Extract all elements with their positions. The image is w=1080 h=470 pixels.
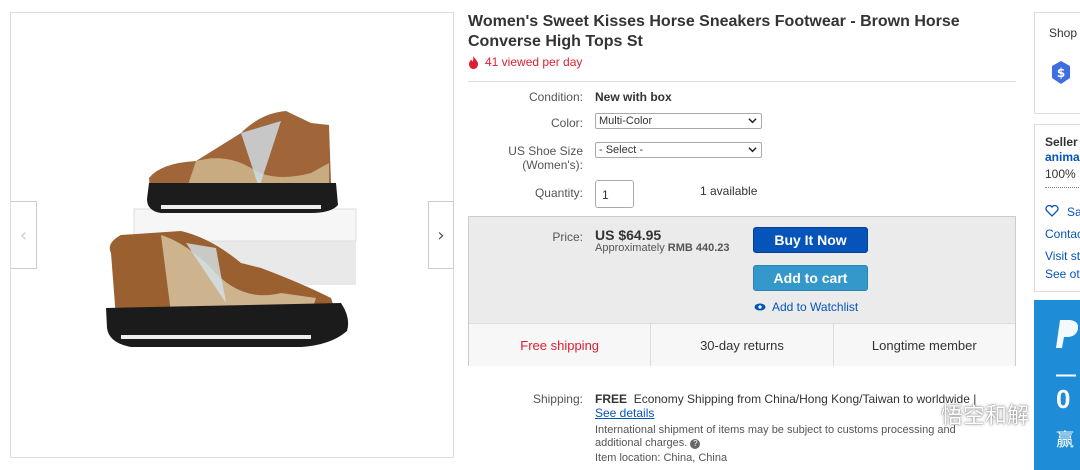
divider bbox=[1045, 187, 1080, 188]
seller-title: Seller bbox=[1045, 135, 1078, 149]
help-icon[interactable]: ? bbox=[690, 439, 701, 449]
price-label: Price: bbox=[552, 230, 583, 244]
color-select[interactable]: Multi-Color bbox=[595, 113, 762, 129]
image-gallery: ‹ › bbox=[10, 12, 454, 458]
save-seller-link[interactable]: Sa bbox=[1067, 205, 1080, 219]
quantity-label: Quantity: bbox=[534, 186, 583, 200]
gallery-next-button[interactable]: › bbox=[428, 201, 454, 269]
size-select[interactable]: - Select - bbox=[595, 142, 762, 158]
views-indicator: 41 viewed per day bbox=[468, 55, 582, 69]
see-other-items-link[interactable]: See ot bbox=[1045, 267, 1080, 281]
buy-it-now-button[interactable]: Buy It Now bbox=[753, 227, 868, 253]
visit-store-link[interactable]: Visit st bbox=[1045, 249, 1080, 263]
item-location: Item location: China, China bbox=[595, 452, 728, 464]
svg-text:$: $ bbox=[1057, 66, 1065, 80]
paypal-rate: 0 bbox=[1056, 384, 1071, 414]
condition-label: Condition: bbox=[528, 90, 583, 104]
perks-bar: Free shipping 30-day returns Longtime me… bbox=[469, 323, 1015, 366]
quantity-input[interactable]: 1 bbox=[595, 180, 634, 208]
see-details-link[interactable]: See details bbox=[595, 406, 654, 420]
contact-seller-link[interactable]: Contac bbox=[1045, 227, 1080, 241]
product-title: Women's Sweet Kisses Horse Sneakers Foot… bbox=[468, 13, 960, 50]
fire-icon bbox=[469, 55, 478, 69]
color-label: Color: bbox=[550, 116, 583, 130]
watchlist-text: Add to Watchlist bbox=[772, 300, 859, 314]
shipping-free: FREE bbox=[595, 392, 628, 406]
perk-free-shipping: Free shipping bbox=[469, 324, 652, 366]
shop-title: Shop bbox=[1049, 26, 1078, 40]
condition-value: New with box bbox=[595, 90, 672, 104]
gallery-prev-button[interactable]: ‹ bbox=[11, 201, 37, 269]
price-approx: Approximately RMB 440.23 bbox=[595, 242, 730, 254]
international-note-text: International shipment of items may be s… bbox=[595, 424, 956, 449]
price-value: US $64.95 bbox=[595, 227, 662, 243]
divider bbox=[468, 81, 1016, 82]
shop-panel: Shop $ bbox=[1034, 12, 1080, 114]
perk-free-shipping-text: Free shipping bbox=[520, 337, 600, 353]
size-select-value: - Select - bbox=[599, 144, 644, 156]
paypal-win: 赢 bbox=[1056, 430, 1074, 451]
perk-member: Longtime member bbox=[871, 337, 977, 353]
heart-icon bbox=[1045, 205, 1059, 217]
add-to-watchlist-link[interactable]: Add to Watchlist bbox=[754, 300, 858, 314]
paypal-banner[interactable]: — 0 赢 bbox=[1034, 300, 1080, 470]
chevron-down-icon bbox=[748, 118, 757, 124]
eye-icon bbox=[754, 303, 766, 311]
price-approx-prefix: Approximately bbox=[595, 242, 665, 254]
views-text: 41 viewed per day bbox=[485, 55, 583, 69]
perk-returns: 30-day returns bbox=[651, 324, 834, 366]
seller-name-link[interactable]: animal bbox=[1045, 150, 1080, 164]
paypal-icon bbox=[1056, 320, 1079, 348]
seller-panel: Seller animal 100% I Sa Contac Visit st … bbox=[1034, 124, 1080, 292]
watermark-text: 悟空和解 bbox=[941, 404, 1030, 429]
add-to-cart-button[interactable]: Add to cart bbox=[753, 265, 868, 291]
price-approx-value: RMB 440.23 bbox=[667, 242, 730, 254]
shipping-label: Shipping: bbox=[532, 392, 583, 406]
size-label: US Shoe Size (Women's): bbox=[508, 144, 583, 172]
seller-feedback: 100% I bbox=[1045, 167, 1080, 181]
available-count: 1 available bbox=[700, 184, 758, 198]
wechat-icon bbox=[905, 403, 934, 425]
shield-dollar-icon: $ bbox=[1052, 61, 1070, 84]
product-image[interactable] bbox=[11, 13, 455, 459]
watermark: 悟空和解 bbox=[905, 398, 1029, 430]
color-select-value: Multi-Color bbox=[599, 115, 653, 127]
chevron-down-icon bbox=[748, 147, 757, 153]
